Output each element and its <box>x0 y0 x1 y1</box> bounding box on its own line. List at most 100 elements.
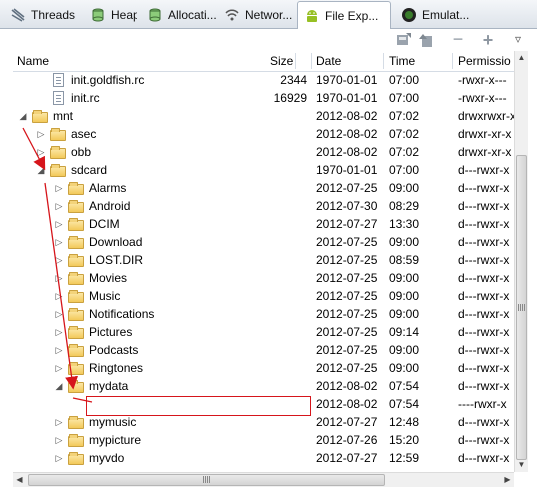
expand-right-icon[interactable]: ▷ <box>54 305 64 323</box>
file-date: 1970-01-01 <box>316 73 378 87</box>
tab-fileexp[interactable]: File Exp... ✕ <box>297 1 391 29</box>
column-separator[interactable] <box>311 53 312 69</box>
expand-right-icon[interactable]: ▷ <box>36 143 46 161</box>
file-icon <box>50 90 66 106</box>
tab-allocati[interactable]: Allocati... <box>141 2 216 28</box>
expand-right-icon[interactable]: ▷ <box>54 179 64 197</box>
column-permissions-header[interactable]: Permissio <box>458 51 515 71</box>
pull-file-icon[interactable] <box>396 32 412 48</box>
emulator-icon <box>401 7 417 23</box>
folder-row[interactable]: ▷ asec 2012-08-02 07:02 drwxr-xr-x <box>13 125 514 143</box>
folder-row[interactable]: ▷ Ringtones 2012-07-25 09:00 d---rwxr-x <box>13 359 514 377</box>
folder-row[interactable]: ▷ Android 2012-07-30 08:29 d---rwxr-x <box>13 197 514 215</box>
scroll-up-icon[interactable]: ▲ <box>515 51 528 64</box>
file-permissions: d---rwxr-x <box>458 217 510 231</box>
folder-icon <box>68 432 84 448</box>
push-file-icon[interactable] <box>418 32 434 48</box>
file-time: 09:00 <box>389 181 420 195</box>
expand-right-icon[interactable]: ▷ <box>54 323 64 341</box>
file-time: 07:02 <box>389 127 420 141</box>
column-date-header[interactable]: Date <box>316 51 341 71</box>
column-size-header[interactable]: Size <box>270 51 293 71</box>
file-size <box>223 305 307 323</box>
tab-label: Allocati... <box>168 8 216 22</box>
expand-right-icon[interactable]: ▷ <box>36 125 46 143</box>
column-time-header[interactable]: Time <box>389 51 415 71</box>
expand-right-icon[interactable]: ▷ <box>54 251 64 269</box>
file-date: 2012-08-02 <box>316 127 378 141</box>
file-size <box>223 341 307 359</box>
file-size <box>223 197 307 215</box>
folder-row[interactable]: ◢ sdcard 1970-01-01 07:00 d---rwxr-x <box>13 161 514 179</box>
folder-icon <box>50 162 66 178</box>
file-row[interactable]: init.rc 16929 1970-01-01 07:00 -rwxr-x--- <box>13 89 514 107</box>
file-size <box>223 377 307 395</box>
column-separator[interactable] <box>383 53 384 69</box>
file-permissions: d---rwxr-x <box>458 199 510 213</box>
file-date: 2012-07-27 <box>316 415 378 429</box>
column-name-header[interactable]: Name <box>17 51 49 71</box>
file-permissions: drwxrwxr-x <box>458 109 514 123</box>
file-date: 2012-07-27 <box>316 451 378 465</box>
horizontal-scrollbar[interactable]: ◀ ▶ <box>13 472 514 487</box>
expand-right-icon[interactable]: ▷ <box>54 449 64 467</box>
horizontal-scroll-thumb[interactable] <box>28 474 385 486</box>
vertical-scrollbar[interactable]: ▲ ▼ <box>514 51 528 472</box>
new-folder-icon[interactable]: + <box>480 31 496 49</box>
view-tab-bar: Threads Heap Allocati... Networ... File Exp.… <box>0 0 537 29</box>
threads-icon <box>10 7 26 23</box>
folder-icon <box>68 378 84 394</box>
expand-down-icon[interactable]: ◢ <box>54 377 64 395</box>
tab-threads[interactable]: Threads <box>4 2 80 28</box>
scroll-down-icon[interactable]: ▼ <box>515 458 528 471</box>
file-size <box>223 287 307 305</box>
tab-label: File Exp... <box>325 8 379 23</box>
file-time: 07:54 <box>389 379 420 393</box>
column-separator[interactable] <box>295 53 296 69</box>
folder-row[interactable]: ▷ Podcasts 2012-07-25 09:00 d---rwxr-x <box>13 341 514 359</box>
folder-row[interactable]: ▷ Notifications 2012-07-25 09:00 d---rwxr-x <box>13 305 514 323</box>
scroll-right-icon[interactable]: ▶ <box>501 473 514 486</box>
folder-row[interactable]: ▷ Pictures 2012-07-25 09:14 d---rwxr-x <box>13 323 514 341</box>
vertical-scroll-thumb[interactable] <box>516 155 527 460</box>
tab-heap[interactable]: Heap <box>84 2 137 28</box>
view-menu-icon[interactable]: ▿ <box>510 32 526 48</box>
delete-icon[interactable]: − <box>450 30 466 48</box>
expand-down-icon[interactable]: ◢ <box>18 107 28 125</box>
column-separator[interactable] <box>452 53 453 69</box>
folder-row[interactable]: ▷ Movies 2012-07-25 09:00 d---rwxr-x <box>13 269 514 287</box>
file-size <box>223 125 307 143</box>
expand-right-icon[interactable]: ▷ <box>54 341 64 359</box>
scroll-left-icon[interactable]: ◀ <box>13 473 26 486</box>
expand-right-icon[interactable]: ▷ <box>54 287 64 305</box>
expand-right-icon[interactable]: ▷ <box>54 413 64 431</box>
expand-right-icon[interactable]: ▷ <box>54 269 64 287</box>
close-icon[interactable]: ✕ <box>388 9 390 23</box>
file-row[interactable]: init.goldfish.rc 2344 1970-01-01 07:00 -rwxr… <box>13 71 514 89</box>
grip-icon <box>202 476 210 483</box>
file-time: 07:00 <box>389 91 420 105</box>
folder-row[interactable]: ▷ obb 2012-08-02 07:02 drwxr-xr-x <box>13 143 514 161</box>
folder-row[interactable]: ▷ Download 2012-07-25 09:00 d---rwxr-x <box>13 233 514 251</box>
folder-icon <box>68 252 84 268</box>
tab-emulat[interactable]: Emulat... <box>395 2 475 28</box>
expand-right-icon[interactable]: ▷ <box>54 215 64 233</box>
expand-right-icon[interactable]: ▷ <box>54 431 64 449</box>
expand-right-icon[interactable]: ▷ <box>54 359 64 377</box>
folder-row[interactable]: ◢ mydata 2012-08-02 07:54 d---rwxr-x <box>13 377 514 395</box>
expand-down-icon[interactable]: ◢ <box>36 161 46 179</box>
folder-row[interactable]: ▷ myvdo 2012-07-27 12:59 d---rwxr-x <box>13 449 514 467</box>
tab-networ[interactable]: Networ... <box>218 2 293 28</box>
folder-row[interactable]: ▷ Music 2012-07-25 09:00 d---rwxr-x <box>13 287 514 305</box>
folder-row[interactable]: ▷ Alarms 2012-07-25 09:00 d---rwxr-x <box>13 179 514 197</box>
expand-right-icon[interactable]: ▷ <box>54 233 64 251</box>
expand-right-icon[interactable]: ▷ <box>54 197 64 215</box>
file-permissions: d---rwxr-x <box>458 433 510 447</box>
folder-row[interactable]: ▷ mypicture 2012-07-26 15:20 d---rwxr-x <box>13 431 514 449</box>
folder-row[interactable]: ▷ LOST.DIR 2012-07-25 08:59 d---rwxr-x <box>13 251 514 269</box>
file-date: 1970-01-01 <box>316 91 378 105</box>
folder-row[interactable]: ▷ DCIM 2012-07-27 13:30 d---rwxr-x <box>13 215 514 233</box>
file-icon <box>50 72 66 88</box>
folder-row[interactable]: ◢ mnt 2012-08-02 07:02 drwxrwxr-x <box>13 107 514 125</box>
file-time: 08:29 <box>389 199 420 213</box>
